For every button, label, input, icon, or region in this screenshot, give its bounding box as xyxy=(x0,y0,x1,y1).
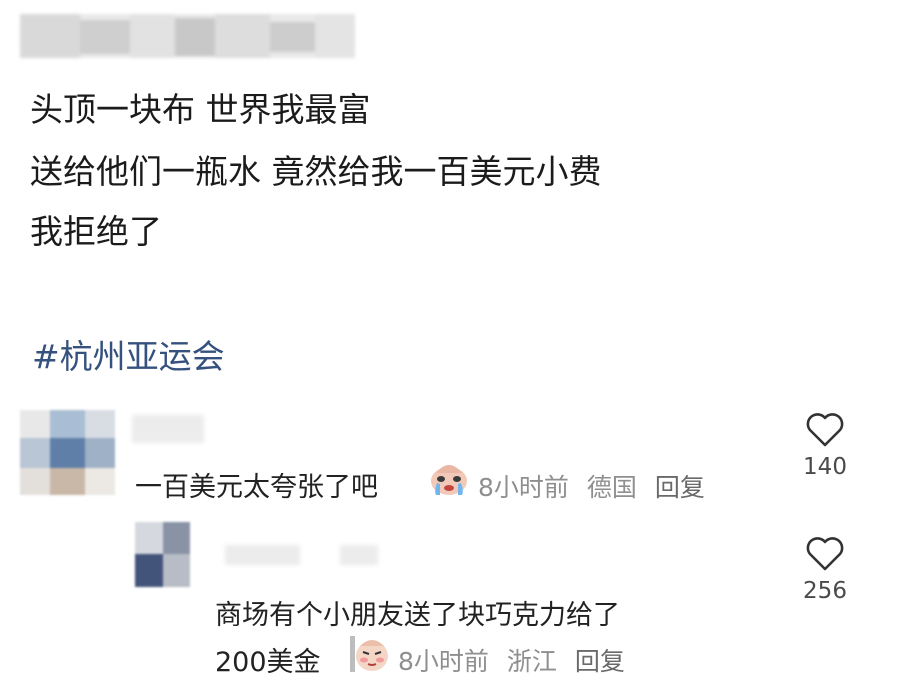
hashtag-link[interactable]: #杭州亚运会 xyxy=(32,330,225,378)
comment-meta: 8小时前 浙江 回复 xyxy=(398,642,635,678)
like-count: 256 xyxy=(803,578,847,604)
like-button[interactable]: 256 xyxy=(795,536,855,604)
comment-text: 一百美元太夸张了吧 xyxy=(135,472,378,503)
heart-icon xyxy=(806,537,844,571)
commenter-name-blurred[interactable] xyxy=(340,545,378,565)
comment-text-line-2: 200美金 xyxy=(215,647,321,678)
commenter-name-blurred[interactable] xyxy=(225,545,300,565)
crying-face-sticker-icon xyxy=(428,457,470,497)
like-count: 140 xyxy=(803,454,847,480)
heart-icon xyxy=(806,413,844,447)
comment-meta: 8小时前 德国 回复 xyxy=(478,468,715,504)
comment-location: 德国 xyxy=(586,473,637,502)
commenter-name-blurred[interactable] xyxy=(132,415,204,443)
comment-text-line-1: 商场有个小朋友送了块巧克力给了 xyxy=(215,600,620,631)
post-text-line-1: 头顶一块布 世界我最富 xyxy=(30,90,371,129)
post-text-line-2: 送给他们一瓶水 竟然给我一百美元小费 xyxy=(30,152,602,191)
commenter-avatar[interactable] xyxy=(135,522,190,587)
like-button[interactable]: 140 xyxy=(795,412,855,480)
comment-location: 浙江 xyxy=(506,647,557,676)
post-text-line-3: 我拒绝了 xyxy=(30,212,162,251)
blurred-username xyxy=(20,14,355,58)
commenter-avatar[interactable] xyxy=(20,410,115,495)
reply-button[interactable]: 回复 xyxy=(575,647,625,676)
comment-time: 8小时前 xyxy=(478,473,569,502)
reply-button[interactable]: 回复 xyxy=(655,473,705,502)
blushing-face-sticker-icon xyxy=(350,632,390,674)
comment-time: 8小时前 xyxy=(398,647,489,676)
